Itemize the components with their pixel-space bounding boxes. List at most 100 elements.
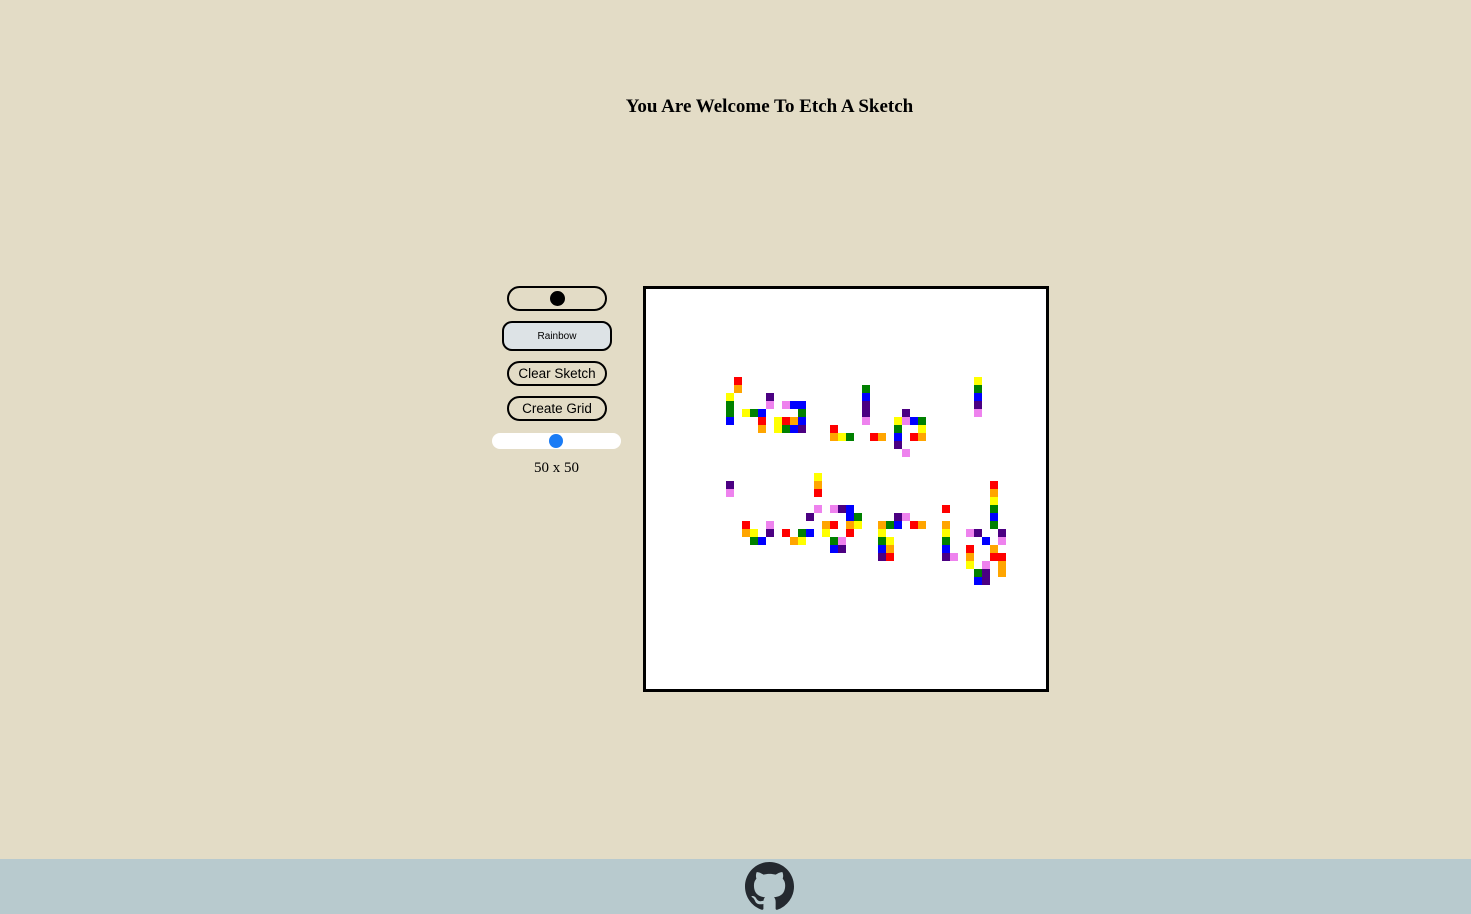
grid-cell[interactable] — [838, 505, 846, 513]
grid-cell[interactable] — [814, 481, 822, 489]
grid-cell[interactable] — [878, 529, 886, 537]
grid-cell[interactable] — [822, 529, 830, 537]
grid-cell[interactable] — [870, 433, 878, 441]
grid-cell[interactable] — [998, 553, 1006, 561]
grid-cell[interactable] — [838, 433, 846, 441]
grid-cell[interactable] — [798, 409, 806, 417]
grid-cell[interactable] — [766, 401, 774, 409]
grid-cell[interactable] — [790, 425, 798, 433]
grid-cell[interactable] — [878, 521, 886, 529]
grid-cell[interactable] — [766, 521, 774, 529]
grid-cell[interactable] — [846, 433, 854, 441]
grid-cell[interactable] — [950, 553, 958, 561]
grid-cell[interactable] — [982, 569, 990, 577]
grid-cell[interactable] — [862, 393, 870, 401]
grid-cell[interactable] — [974, 377, 982, 385]
grid-cell[interactable] — [886, 553, 894, 561]
grid-cell[interactable] — [846, 505, 854, 513]
grid-cell[interactable] — [758, 417, 766, 425]
grid-cell[interactable] — [758, 409, 766, 417]
grid-cell[interactable] — [790, 417, 798, 425]
grid-cell[interactable] — [990, 489, 998, 497]
grid-cell[interactable] — [726, 409, 734, 417]
grid-cell[interactable] — [798, 537, 806, 545]
grid-cell[interactable] — [798, 529, 806, 537]
grid-cell[interactable] — [862, 401, 870, 409]
grid-cell[interactable] — [990, 481, 998, 489]
grid-cell[interactable] — [782, 401, 790, 409]
grid-cell[interactable] — [974, 409, 982, 417]
grid-cell[interactable] — [990, 497, 998, 505]
grid-cell[interactable] — [894, 513, 902, 521]
grid-cell[interactable] — [774, 417, 782, 425]
grid-cell[interactable] — [910, 433, 918, 441]
grid-cell[interactable] — [942, 529, 950, 537]
grid-cell[interactable] — [894, 441, 902, 449]
grid-cell[interactable] — [902, 513, 910, 521]
grid-cell[interactable] — [902, 449, 910, 457]
grid-cell[interactable] — [942, 553, 950, 561]
grid-cell[interactable] — [806, 513, 814, 521]
grid-cell[interactable] — [798, 401, 806, 409]
grid-cell[interactable] — [974, 385, 982, 393]
grid-cell[interactable] — [974, 401, 982, 409]
grid-cell[interactable] — [742, 521, 750, 529]
grid-cell[interactable] — [974, 577, 982, 585]
grid-cell[interactable] — [974, 393, 982, 401]
grid-cell[interactable] — [862, 409, 870, 417]
grid-cell[interactable] — [830, 545, 838, 553]
grid-cell[interactable] — [766, 393, 774, 401]
grid-cell[interactable] — [846, 521, 854, 529]
grid-cell[interactable] — [878, 433, 886, 441]
grid-cell[interactable] — [886, 521, 894, 529]
grid-cell[interactable] — [854, 521, 862, 529]
grid-cell[interactable] — [990, 505, 998, 513]
grid-cell[interactable] — [790, 537, 798, 545]
grid-cell[interactable] — [990, 545, 998, 553]
grid-cell[interactable] — [998, 537, 1006, 545]
grid-cell[interactable] — [878, 537, 886, 545]
grid-cell[interactable] — [830, 425, 838, 433]
grid-cell[interactable] — [894, 417, 902, 425]
grid-cell[interactable] — [814, 489, 822, 497]
grid-cell[interactable] — [830, 505, 838, 513]
grid-cell[interactable] — [726, 393, 734, 401]
grid-cell[interactable] — [966, 529, 974, 537]
create-grid-button[interactable]: Create Grid — [507, 396, 607, 421]
slider-thumb[interactable] — [548, 434, 563, 448]
grid-cell[interactable] — [862, 385, 870, 393]
grid-cell[interactable] — [726, 481, 734, 489]
grid-cell[interactable] — [878, 545, 886, 553]
grid-cell[interactable] — [966, 545, 974, 553]
grid-cell[interactable] — [990, 553, 998, 561]
clear-sketch-button[interactable]: Clear Sketch — [507, 361, 607, 386]
grid-cell[interactable] — [854, 513, 862, 521]
grid-cell[interactable] — [902, 409, 910, 417]
grid-cell[interactable] — [742, 409, 750, 417]
grid-cell[interactable] — [846, 513, 854, 521]
grid-cell[interactable] — [942, 545, 950, 553]
grid-cell[interactable] — [886, 537, 894, 545]
grid-cell[interactable] — [974, 569, 982, 577]
grid-cell[interactable] — [822, 521, 830, 529]
grid-cell[interactable] — [726, 401, 734, 409]
grid-cell[interactable] — [998, 569, 1006, 577]
grid-cell[interactable] — [966, 553, 974, 561]
grid-cell[interactable] — [846, 529, 854, 537]
grid-cell[interactable] — [814, 473, 822, 481]
grid-cell[interactable] — [814, 505, 822, 513]
grid-cell[interactable] — [990, 521, 998, 529]
grid-cell[interactable] — [886, 545, 894, 553]
grid-cell[interactable] — [838, 545, 846, 553]
sketch-pad[interactable] — [643, 286, 1049, 692]
grid-cell[interactable] — [990, 513, 998, 521]
github-icon[interactable] — [745, 862, 794, 911]
grid-cell[interactable] — [750, 529, 758, 537]
grid-cell[interactable] — [918, 433, 926, 441]
grid-cell[interactable] — [966, 561, 974, 569]
sketch-grid[interactable] — [646, 289, 1046, 689]
grid-cell[interactable] — [862, 417, 870, 425]
grid-cell[interactable] — [998, 561, 1006, 569]
grid-cell[interactable] — [894, 425, 902, 433]
grid-cell[interactable] — [766, 529, 774, 537]
